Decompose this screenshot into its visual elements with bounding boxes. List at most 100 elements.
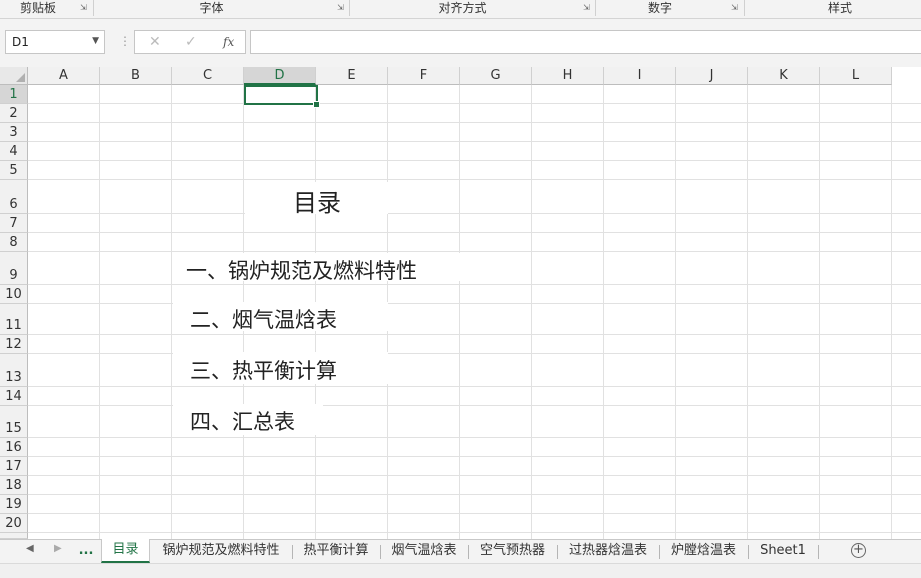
enter-icon[interactable]: ✓ <box>185 34 197 50</box>
column-gridline <box>603 85 604 539</box>
ribbon-group-label: 数字 <box>647 1 672 15</box>
column-header-h[interactable]: H <box>532 67 604 85</box>
sheet-tab[interactable]: 烟气温焓表 <box>381 540 467 563</box>
formula-input[interactable] <box>250 30 921 54</box>
row-header-8[interactable]: 8 <box>0 233 28 252</box>
row-gridline <box>28 437 921 438</box>
tab-separator <box>292 545 293 559</box>
row-gridline <box>28 532 921 533</box>
drag-handle-icon[interactable]: ⋮ <box>119 34 131 48</box>
row-header-3[interactable]: 3 <box>0 123 28 142</box>
tab-separator <box>659 545 660 559</box>
row-number: 7 <box>9 216 18 231</box>
row-number: 1 <box>9 87 18 102</box>
sheet-tab[interactable]: 过热器焓温表 <box>558 540 658 563</box>
row-header-19[interactable]: 19 <box>0 495 28 514</box>
row-gridline <box>28 456 921 457</box>
row-header-18[interactable]: 18 <box>0 476 28 495</box>
sheet-tab[interactable]: 炉膛焓温表 <box>660 540 747 563</box>
tab-separator <box>380 545 381 559</box>
row-number: 10 <box>5 287 22 302</box>
row-header-5[interactable]: 5 <box>0 161 28 180</box>
row-header-16[interactable]: 16 <box>0 438 28 457</box>
column-gridline <box>531 85 532 539</box>
column-header-l[interactable]: L <box>820 67 892 85</box>
row-header-15[interactable]: 15 <box>0 406 28 438</box>
column-header-f[interactable]: F <box>388 67 460 85</box>
column-header-d[interactable]: D <box>244 67 316 85</box>
row-header-7[interactable]: 7 <box>0 214 28 233</box>
chevron-down-icon[interactable]: ▼ <box>92 36 99 46</box>
sheet-tab[interactable]: 锅炉规范及燃料特性 <box>151 540 291 563</box>
fill-handle[interactable] <box>313 101 320 108</box>
row-number: 14 <box>5 389 22 404</box>
ribbon-group-styles: 样式 <box>745 0 921 18</box>
select-all-button[interactable] <box>0 67 28 85</box>
more-sheets-button[interactable]: ... <box>78 540 94 563</box>
prev-sheet-icon[interactable]: ◀ <box>26 543 34 554</box>
sheet-tab[interactable]: 热平衡计算 <box>293 540 379 563</box>
column-header-e[interactable]: E <box>316 67 388 85</box>
row-header-9[interactable]: 9 <box>0 252 28 285</box>
row-header-10[interactable]: 10 <box>0 285 28 304</box>
row-number: 9 <box>9 268 18 283</box>
row-number: 4 <box>9 144 18 159</box>
row-gridline <box>28 160 921 161</box>
row-header-17[interactable]: 17 <box>0 457 28 476</box>
sheet-tab[interactable]: Sheet1 <box>749 540 817 563</box>
row-gridline <box>28 513 921 514</box>
column-header-a[interactable]: A <box>28 67 100 85</box>
insert-function-icon[interactable]: fx <box>223 35 234 49</box>
ribbon-group-label: 剪贴板 <box>19 1 56 15</box>
column-gridline <box>747 85 748 539</box>
column-header-g[interactable]: G <box>460 67 532 85</box>
row-header-12[interactable]: 12 <box>0 335 28 354</box>
toc-item-summary: 四、汇总表 <box>190 410 295 434</box>
row-header-20[interactable]: 20 <box>0 514 28 533</box>
row-header-14[interactable]: 14 <box>0 387 28 406</box>
column-gridline <box>459 85 460 539</box>
add-sheet-icon[interactable]: + <box>851 543 866 558</box>
row-number: 19 <box>5 497 22 512</box>
active-cell-d1[interactable] <box>244 85 318 105</box>
tab-separator <box>557 545 558 559</box>
next-sheet-icon[interactable]: ▶ <box>54 543 62 554</box>
column-header-k[interactable]: K <box>748 67 820 85</box>
ribbon-group-label: 样式 <box>827 1 852 15</box>
toc-item-heat-balance: 三、热平衡计算 <box>190 359 337 383</box>
row-gridline <box>28 213 921 214</box>
column-header-c[interactable]: C <box>172 67 244 85</box>
toc-title: 目录 <box>293 189 341 217</box>
toc-item-boiler-spec: 一、锅炉规范及燃料特性 <box>186 259 417 283</box>
row-gridline <box>28 232 921 233</box>
dialog-launcher-icon[interactable]: ⇲ <box>731 4 740 13</box>
spreadsheet-grid[interactable]: ABCDEFGHIJKL 1 2 3 4 5 6 7 8 9 10 11 12 13 14 15 16 17 18… <box>0 67 921 539</box>
column-header-b[interactable]: B <box>100 67 172 85</box>
cancel-icon[interactable]: ✕ <box>149 34 161 50</box>
column-header-j[interactable]: J <box>676 67 748 85</box>
row-number: 2 <box>9 106 18 121</box>
row-header-13[interactable]: 13 <box>0 354 28 387</box>
tab-separator <box>748 545 749 559</box>
row-number: 16 <box>5 440 22 455</box>
column-gridline <box>819 85 820 539</box>
row-number: 18 <box>5 478 22 493</box>
row-header-1[interactable]: 1 <box>0 85 28 104</box>
sheet-tab[interactable]: 空气预热器 <box>469 540 556 563</box>
row-header-6[interactable]: 6 <box>0 180 28 214</box>
row-gridline <box>28 334 921 335</box>
row-gridline <box>28 179 921 180</box>
tab-separator <box>818 545 819 559</box>
column-header-i[interactable]: I <box>604 67 676 85</box>
formula-bar: D1 ▼ ⋮ ✕ ✓ fx <box>0 19 921 67</box>
name-box[interactable]: D1 ▼ <box>5 30 105 54</box>
row-header-11[interactable]: 11 <box>0 304 28 335</box>
column-gridline <box>171 85 172 539</box>
row-number: 13 <box>5 370 22 385</box>
row-gridline <box>28 386 921 387</box>
row-header-4[interactable]: 4 <box>0 142 28 161</box>
row-gridline <box>28 494 921 495</box>
sheet-tab[interactable]: 目录 <box>101 539 150 563</box>
row-gridline <box>28 353 921 354</box>
row-header-2[interactable]: 2 <box>0 104 28 123</box>
